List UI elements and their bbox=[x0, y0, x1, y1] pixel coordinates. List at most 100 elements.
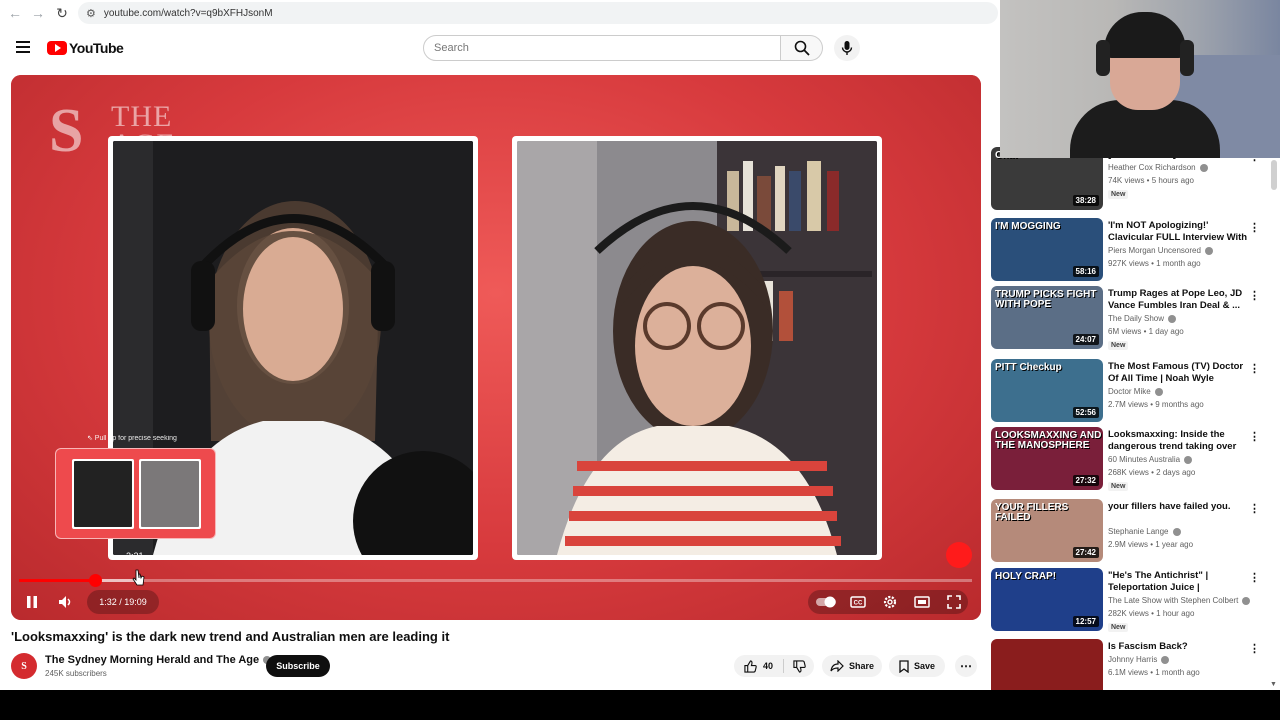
video-thumbnail[interactable] bbox=[991, 639, 1103, 690]
recommendation-item[interactable]: I'M MOGGING 58:16 'I'm NOT Apologizing!' C… bbox=[990, 218, 1280, 282]
reload-icon[interactable]: ↻ bbox=[50, 1, 74, 25]
volume-button[interactable] bbox=[53, 589, 79, 615]
thumbnail-caption: HOLY CRAP! bbox=[995, 571, 1057, 582]
more-vertical-icon[interactable]: ⋮ bbox=[1249, 571, 1260, 585]
more-vertical-icon[interactable]: ⋮ bbox=[1249, 430, 1260, 444]
verified-badge-icon bbox=[1168, 314, 1177, 323]
thumbs-up-icon bbox=[744, 659, 757, 673]
recommendation-channel-text: The Late Show with Stephen Colbert bbox=[1108, 596, 1239, 605]
recommendation-channel-text: Stephanie Lange bbox=[1108, 527, 1169, 536]
recommendation-channel-text: Piers Morgan Uncensored bbox=[1108, 246, 1201, 255]
recommendation-channel[interactable]: The Late Show with Stephen Colbert bbox=[1108, 596, 1251, 605]
arrow-left-icon[interactable]: ← bbox=[3, 1, 27, 25]
recommendation-title[interactable]: The Most Famous (TV) Doctor Of All Time … bbox=[1108, 361, 1248, 386]
more-vertical-icon[interactable]: ⋮ bbox=[1249, 362, 1260, 376]
search-button[interactable] bbox=[781, 35, 823, 61]
subscribe-button[interactable]: Subscribe bbox=[266, 655, 330, 677]
arrow-right-icon[interactable]: → bbox=[26, 1, 50, 25]
new-badge: New bbox=[1108, 482, 1129, 491]
autoplay-toggle[interactable] bbox=[813, 589, 839, 615]
more-vertical-icon[interactable]: ⋮ bbox=[1249, 289, 1260, 303]
recommendation-item[interactable]: HOLY CRAP! 12:57 "He's The Antichrist" | T… bbox=[990, 568, 1280, 632]
more-vertical-icon[interactable]: ⋮ bbox=[1249, 502, 1260, 516]
recommendation-channel-text: The Daily Show bbox=[1108, 314, 1165, 323]
video-duration: 27:32 bbox=[1072, 475, 1099, 486]
dislike-button[interactable] bbox=[784, 659, 814, 673]
video-player[interactable]: S THE AGE bbox=[11, 75, 981, 620]
recommendation-item[interactable]: TRUMP PICKS FIGHT WITH POPE 24:07 Trump Ra… bbox=[990, 286, 1280, 350]
logo-text: YouTube bbox=[69, 40, 124, 56]
recommendation-channel[interactable]: Johnny Harris bbox=[1108, 655, 1170, 664]
recommendation-channel[interactable]: Doctor Mike bbox=[1108, 387, 1163, 396]
video-duration: 12:57 bbox=[1072, 616, 1099, 627]
autoplay-toggle-icon bbox=[816, 596, 836, 608]
recommendations-sidebar: Chat38:28[Fixed Version]Heather Cox Rich… bbox=[990, 75, 1280, 690]
recommendation-title[interactable]: "He's The Antichrist" | Teleportation Ju… bbox=[1108, 570, 1248, 596]
settings-button[interactable] bbox=[877, 589, 903, 615]
thumbnail-caption: LOOKSMAXXING AND THE MANOSPHERE bbox=[995, 430, 1102, 451]
more-actions-button[interactable]: ⋯ bbox=[955, 655, 977, 677]
more-vertical-icon[interactable]: ⋮ bbox=[1249, 221, 1260, 235]
new-badge: New bbox=[1108, 341, 1129, 350]
address-bar[interactable]: ⚙ youtube.com/watch?v=q9bXFHJsonM bbox=[78, 2, 998, 24]
fullscreen-button[interactable] bbox=[941, 589, 967, 615]
more-vertical-icon[interactable]: ⋮ bbox=[1249, 642, 1260, 656]
seek-preview-thumbnail bbox=[55, 448, 216, 539]
video-thumbnail[interactable]: I'M MOGGING 58:16 bbox=[991, 218, 1103, 281]
channel-avatar[interactable]: S bbox=[11, 653, 37, 679]
recommendation-meta: 268K views • 2 days ago bbox=[1108, 468, 1196, 477]
volume-icon bbox=[59, 596, 71, 608]
recommendation-channel[interactable]: Stephanie Lange bbox=[1108, 527, 1181, 536]
recommendation-title[interactable]: your fillers have failed you. bbox=[1108, 501, 1248, 513]
recommendation-item[interactable]: PITT Checkup 52:56 The Most Famous (TV) Do… bbox=[990, 359, 1280, 423]
voice-search-button[interactable] bbox=[834, 35, 860, 61]
new-badge: New bbox=[1108, 190, 1129, 199]
recommendation-channel[interactable]: Piers Morgan Uncensored bbox=[1108, 246, 1213, 255]
thumbnail-caption: YOUR FILLERS FAILED bbox=[995, 502, 1069, 523]
video-thumbnail[interactable]: TRUMP PICKS FIGHT WITH POPE 24:07 bbox=[991, 286, 1103, 349]
like-button[interactable]: 40 bbox=[734, 659, 784, 673]
video-thumbnail[interactable]: LOOKSMAXXING AND THE MANOSPHERE 27:32 bbox=[991, 427, 1103, 490]
theater-mode-button[interactable] bbox=[909, 589, 935, 615]
recommendation-item[interactable]: Is Fascism Back? Johnny Harris 6.1M views … bbox=[990, 639, 1280, 690]
recommendation-channel-text: 60 Minutes Australia bbox=[1108, 455, 1181, 464]
seek-preview-time: 2:21 bbox=[126, 551, 144, 561]
watermark-s: S bbox=[49, 97, 84, 165]
sidebar-scrollbar[interactable] bbox=[1271, 160, 1277, 190]
site-settings-icon[interactable]: ⚙ bbox=[86, 7, 96, 20]
preview-right-frame bbox=[139, 459, 201, 529]
recommendation-title[interactable]: Trump Rages at Pope Leo, JD Vance Fumble… bbox=[1108, 288, 1248, 313]
pause-button[interactable] bbox=[19, 589, 45, 615]
channel-avatar-initial: S bbox=[21, 660, 27, 672]
recommendation-title[interactable]: Is Fascism Back? bbox=[1108, 641, 1248, 653]
recommendation-item[interactable]: YOUR FILLERS FAILED 27:42 your fillers hav… bbox=[990, 499, 1280, 563]
thumbs-down-icon bbox=[792, 659, 806, 673]
menu-icon[interactable] bbox=[16, 41, 30, 53]
search-input[interactable]: Search bbox=[423, 35, 781, 61]
recommendation-title[interactable]: 'I'm NOT Apologizing!' Clavicular FULL I… bbox=[1108, 220, 1248, 246]
save-button[interactable]: Save bbox=[889, 655, 945, 677]
channel-name-text: The Sydney Morning Herald and The Age bbox=[45, 654, 260, 666]
recommendation-item[interactable]: LOOKSMAXXING AND THE MANOSPHERE 27:32 Look… bbox=[990, 427, 1280, 491]
recommendation-channel-text: Johnny Harris bbox=[1108, 655, 1158, 664]
captions-button[interactable]: CC bbox=[845, 589, 871, 615]
progress-bar[interactable] bbox=[19, 574, 972, 587]
video-thumbnail[interactable]: HOLY CRAP! 12:57 bbox=[991, 568, 1103, 631]
recommendation-channel[interactable]: 60 Minutes Australia bbox=[1108, 455, 1193, 464]
search-icon bbox=[794, 40, 810, 56]
video-thumbnail[interactable]: YOUR FILLERS FAILED 27:42 bbox=[991, 499, 1103, 562]
player-controls: 1:32 / 19:09 CC bbox=[11, 587, 981, 617]
recommendation-channel[interactable]: The Daily Show bbox=[1108, 314, 1177, 323]
new-badge: New bbox=[1108, 623, 1129, 632]
microphone-icon bbox=[841, 41, 853, 55]
verified-badge-icon bbox=[1199, 163, 1208, 172]
recommendation-title[interactable]: Looksmaxxing: Inside the dangerous trend… bbox=[1108, 429, 1248, 455]
youtube-logo[interactable]: YouTube bbox=[47, 40, 124, 56]
thumbnail-caption: TRUMP PICKS FIGHT WITH POPE bbox=[995, 289, 1097, 310]
scroll-down-arrow-icon[interactable]: ▼ bbox=[1270, 681, 1277, 688]
recommendation-channel[interactable]: Heather Cox Richardson bbox=[1108, 163, 1208, 172]
channel-name[interactable]: The Sydney Morning Herald and The Age bbox=[45, 654, 272, 666]
video-thumbnail[interactable]: PITT Checkup 52:56 bbox=[991, 359, 1103, 422]
recommendation-meta: 2.7M views • 9 months ago bbox=[1108, 400, 1204, 409]
share-button[interactable]: Share bbox=[822, 655, 882, 677]
